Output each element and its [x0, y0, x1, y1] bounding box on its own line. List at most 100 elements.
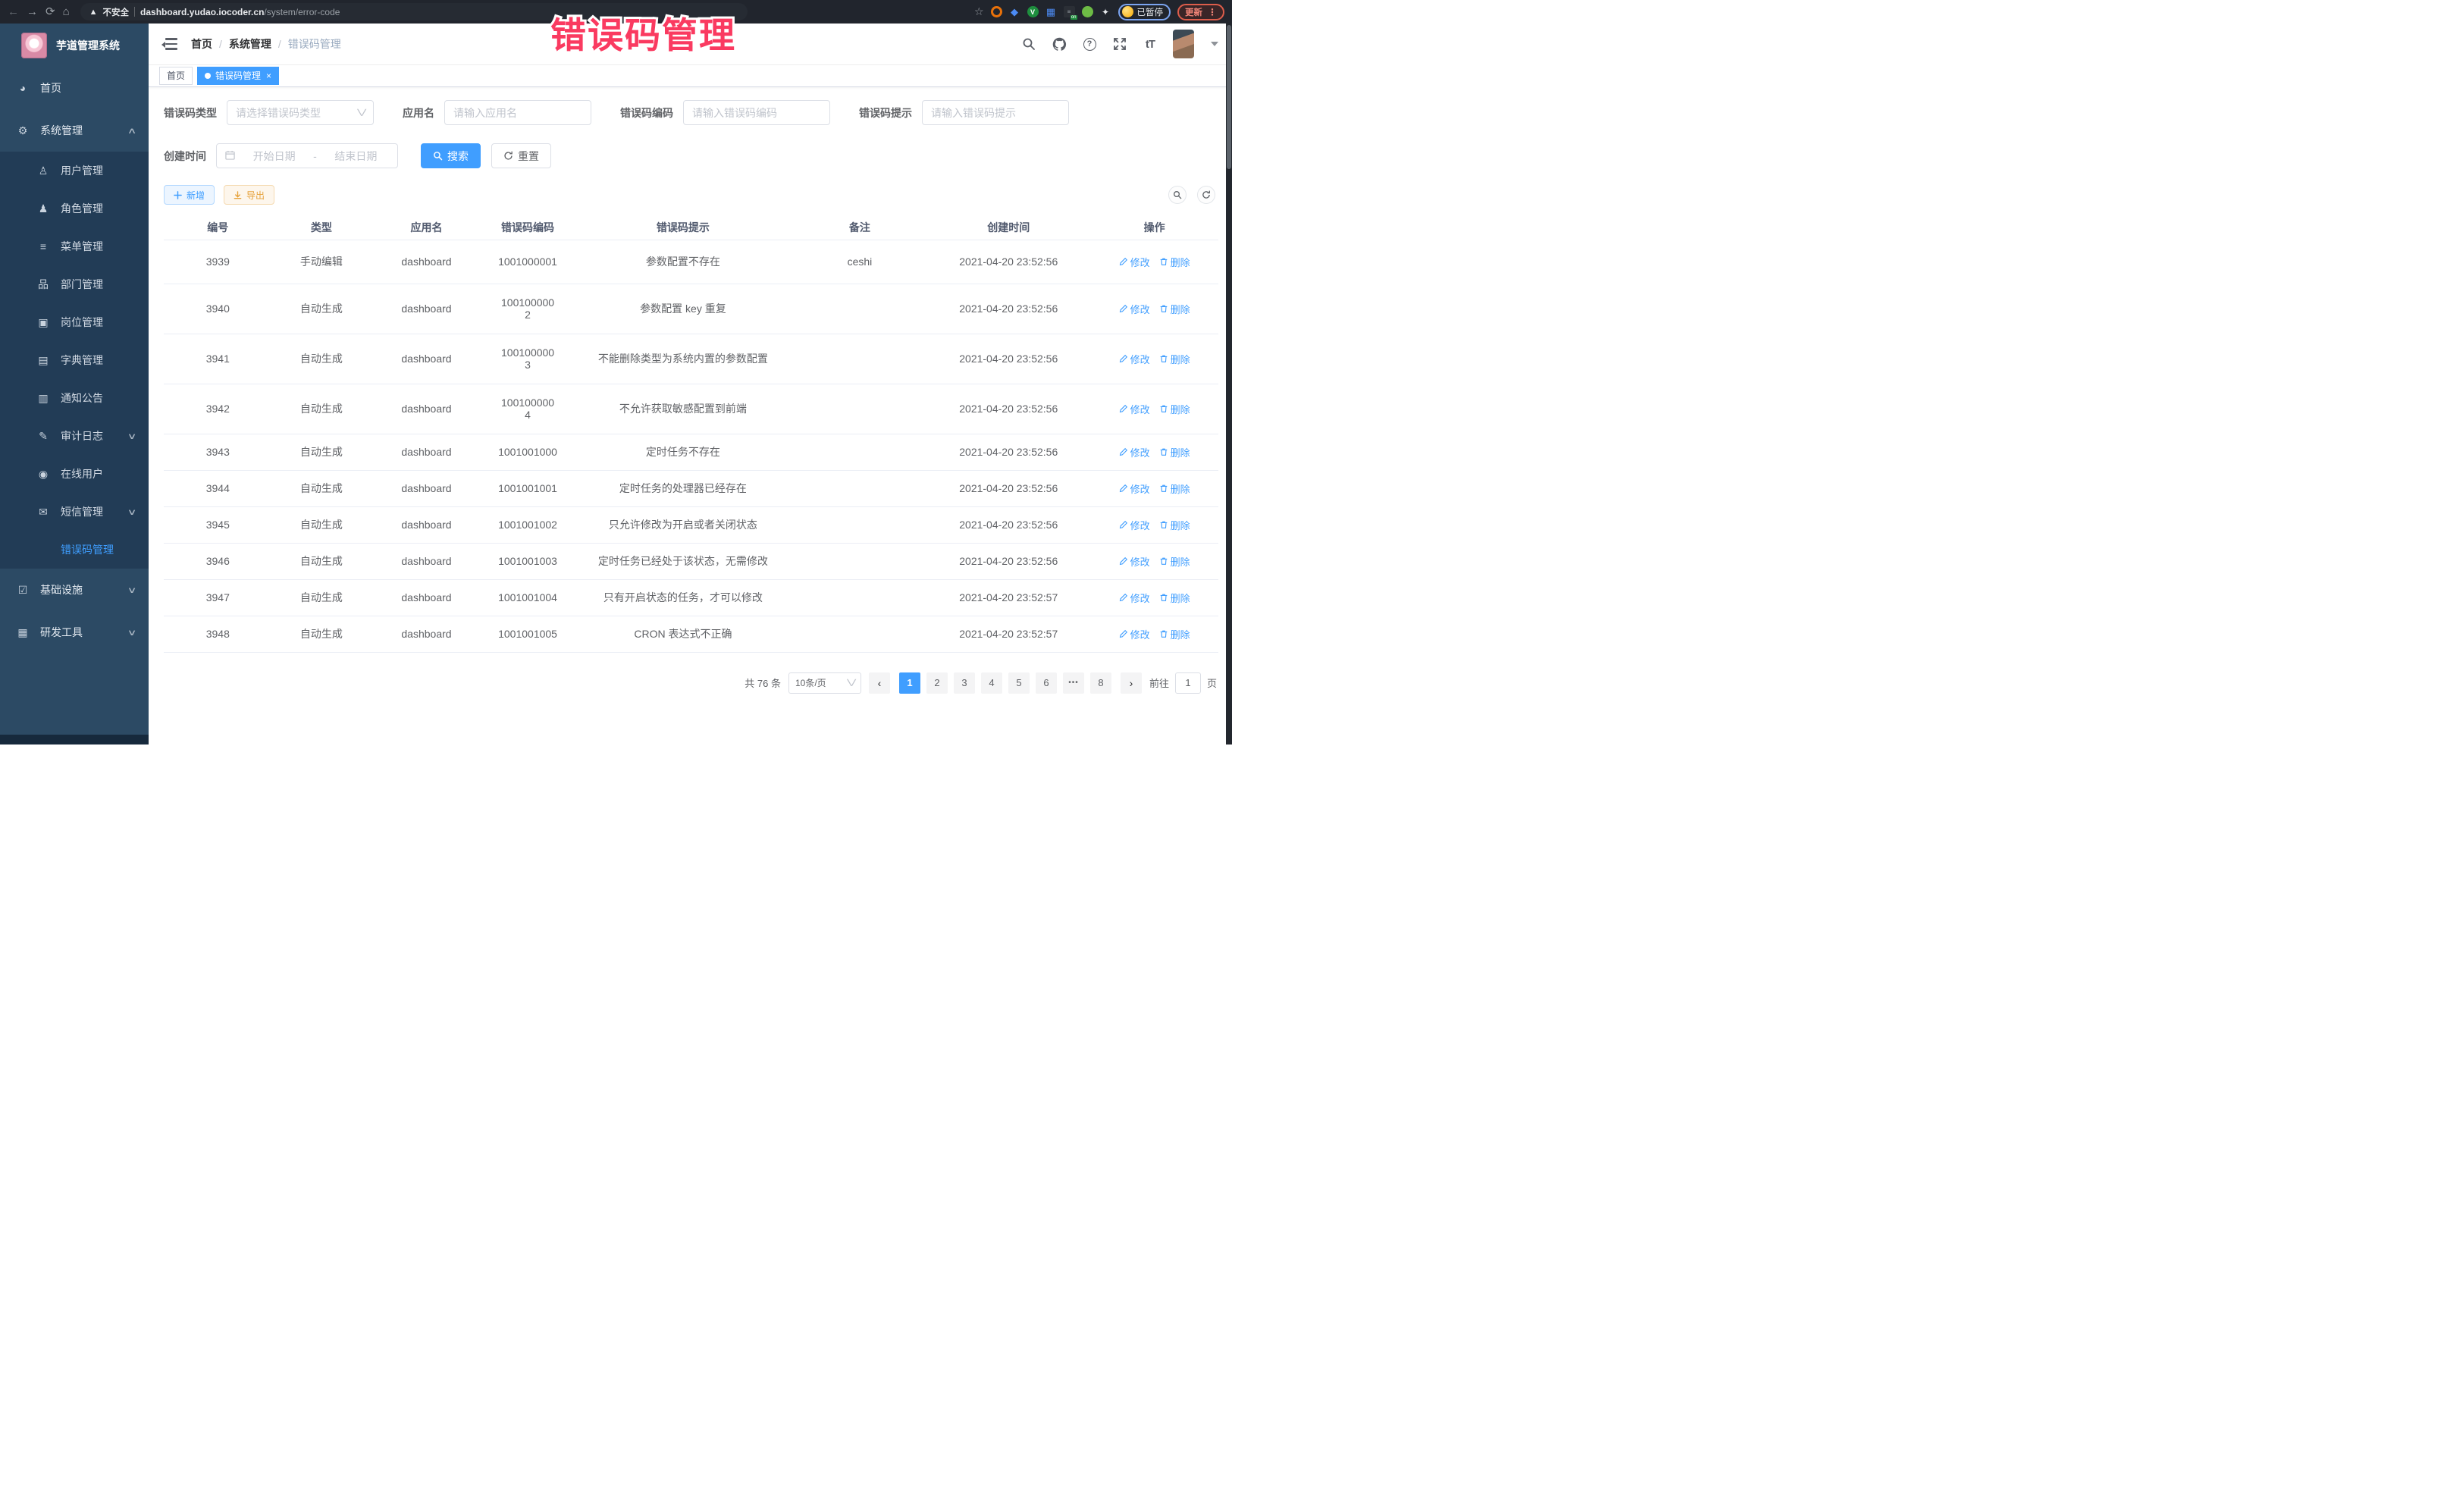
reload-icon[interactable]: ⟳: [45, 6, 55, 17]
fullscreen-icon[interactable]: [1112, 36, 1127, 52]
sidebar-item-字典管理[interactable]: ▤字典管理: [0, 341, 149, 379]
end-date-input[interactable]: 结束日期: [323, 149, 389, 164]
back-icon[interactable]: ←: [8, 6, 19, 17]
cell-id: 3939: [164, 240, 272, 284]
edit-link[interactable]: 修改: [1119, 302, 1150, 316]
extension-icon[interactable]: ◆: [1009, 6, 1020, 17]
page-button-4[interactable]: 4: [981, 672, 1002, 694]
extension-icon[interactable]: [1082, 6, 1093, 17]
prev-page-button[interactable]: ‹: [869, 672, 890, 694]
page-button-2[interactable]: 2: [926, 672, 948, 694]
page-ellipsis[interactable]: •••: [1063, 672, 1084, 694]
refresh-table-icon[interactable]: [1197, 186, 1215, 204]
error-type-select[interactable]: 请选择错误码类型 ⋁: [227, 100, 374, 125]
home-icon[interactable]: ⌂: [63, 6, 70, 17]
cell-remark: [793, 543, 927, 579]
filter-row-2: 创建时间 开始日期 - 结束日期 搜索: [164, 143, 1218, 168]
edit-link[interactable]: 修改: [1119, 402, 1150, 416]
extension-icon[interactable]: ≡on: [1064, 6, 1075, 17]
reset-button[interactable]: 重置: [491, 143, 551, 168]
cell-type: 自动生成: [272, 470, 371, 506]
breadcrumb-system[interactable]: 系统管理: [229, 36, 271, 52]
page-button-6[interactable]: 6: [1036, 672, 1057, 694]
profile-chip[interactable]: 已暂停: [1118, 4, 1171, 20]
avatar-caret-down-icon[interactable]: [1211, 42, 1218, 46]
tag-close-icon[interactable]: ×: [266, 71, 271, 80]
extension-icon[interactable]: ▦: [1045, 6, 1057, 17]
extensions-puzzle-icon[interactable]: ✦: [1100, 6, 1111, 17]
scrollbar-thumb[interactable]: [1227, 25, 1231, 169]
delete-link[interactable]: 删除: [1159, 302, 1190, 316]
browser-update-button[interactable]: 更新 ⋮: [1177, 4, 1224, 20]
app-logo[interactable]: 芋道管理系统: [0, 24, 149, 67]
sidebar-item-菜单管理[interactable]: ≡菜单管理: [0, 227, 149, 265]
app-name-input[interactable]: 请输入应用名: [444, 100, 591, 125]
start-date-input[interactable]: 开始日期: [241, 149, 307, 164]
sidebar-item-基础设施[interactable]: ☑基础设施∨: [0, 569, 149, 611]
sidebar-item-系统管理[interactable]: ⚙系统管理∧: [0, 109, 149, 152]
date-range-picker[interactable]: 开始日期 - 结束日期: [216, 143, 398, 168]
edit-link[interactable]: 修改: [1119, 518, 1150, 532]
page-button-8[interactable]: 8: [1090, 672, 1111, 694]
error-code-input[interactable]: 请输入错误码编码: [683, 100, 830, 125]
github-icon[interactable]: [1052, 36, 1067, 52]
sidebar-collapse-bar[interactable]: [0, 735, 149, 744]
bookmark-star-icon[interactable]: ☆: [974, 5, 984, 18]
delete-link[interactable]: 删除: [1159, 627, 1190, 641]
cell-code: 1001001001: [482, 470, 574, 506]
sidebar-fold-icon[interactable]: [162, 38, 177, 50]
sidebar-item-部门管理[interactable]: 品部门管理: [0, 265, 149, 303]
error-prompt-input[interactable]: 请输入错误码提示: [922, 100, 1069, 125]
sidebar-item-短信管理[interactable]: ✉短信管理∨: [0, 493, 149, 531]
edit-link[interactable]: 修改: [1119, 352, 1150, 366]
add-button[interactable]: 新增: [164, 185, 215, 205]
sidebar-item-通知公告[interactable]: ▥通知公告: [0, 379, 149, 417]
sidebar-item-审计日志[interactable]: ✎审计日志∨: [0, 417, 149, 455]
edit-link[interactable]: 修改: [1119, 255, 1150, 269]
page-button-3[interactable]: 3: [954, 672, 975, 694]
delete-link[interactable]: 删除: [1159, 554, 1190, 569]
sidebar-item-角色管理[interactable]: ♟角色管理: [0, 190, 149, 227]
breadcrumb-home[interactable]: 首页: [191, 36, 212, 52]
sidebar-item-在线用户[interactable]: ◉在线用户: [0, 455, 149, 493]
sidebar-item-用户管理[interactable]: ♙用户管理: [0, 152, 149, 190]
forward-icon[interactable]: →: [27, 6, 38, 17]
tag-error-code[interactable]: 错误码管理 ×: [197, 67, 279, 85]
delete-link[interactable]: 删除: [1159, 481, 1190, 496]
delete-link[interactable]: 删除: [1159, 591, 1190, 605]
edit-link[interactable]: 修改: [1119, 591, 1150, 605]
page-button-5[interactable]: 5: [1008, 672, 1030, 694]
cell-actions: 修改删除: [1090, 284, 1218, 334]
edit-link[interactable]: 修改: [1119, 554, 1150, 569]
search-button[interactable]: 搜索: [421, 143, 481, 168]
edit-link[interactable]: 修改: [1119, 481, 1150, 496]
scrollbar[interactable]: [1226, 24, 1232, 744]
delete-link[interactable]: 删除: [1159, 518, 1190, 532]
goto-page-input[interactable]: [1175, 672, 1201, 694]
delete-link[interactable]: 删除: [1159, 255, 1190, 269]
show-search-icon[interactable]: [1168, 186, 1187, 204]
delete-link[interactable]: 删除: [1159, 402, 1190, 416]
next-page-button[interactable]: ›: [1121, 672, 1142, 694]
browser-menu-icon[interactable]: ⋮: [1208, 7, 1217, 17]
sidebar-item-错误码管理[interactable]: 错误码管理: [0, 531, 149, 569]
cell-remark: [793, 334, 927, 384]
edit-link[interactable]: 修改: [1119, 445, 1150, 459]
extension-icon[interactable]: [991, 6, 1002, 17]
header-search-icon[interactable]: [1021, 36, 1036, 52]
page-button-1[interactable]: 1: [899, 672, 920, 694]
sidebar-item-岗位管理[interactable]: ▣岗位管理: [0, 303, 149, 341]
delete-link[interactable]: 删除: [1159, 445, 1190, 459]
sidebar-item-首页[interactable]: ◕首页: [0, 67, 149, 109]
edit-link[interactable]: 修改: [1119, 627, 1150, 641]
extension-icon[interactable]: V: [1027, 6, 1039, 17]
font-size-icon[interactable]: tT: [1143, 36, 1158, 52]
sidebar-item-研发工具[interactable]: ▦研发工具∨: [0, 611, 149, 654]
cell-remark: [793, 434, 927, 470]
delete-link[interactable]: 删除: [1159, 352, 1190, 366]
tag-home[interactable]: 首页: [159, 67, 193, 85]
help-icon[interactable]: ?: [1082, 36, 1097, 52]
user-avatar[interactable]: [1173, 30, 1194, 58]
page-size-select[interactable]: 10条/页 ⋁: [788, 672, 861, 694]
export-button[interactable]: 导出: [224, 185, 274, 205]
